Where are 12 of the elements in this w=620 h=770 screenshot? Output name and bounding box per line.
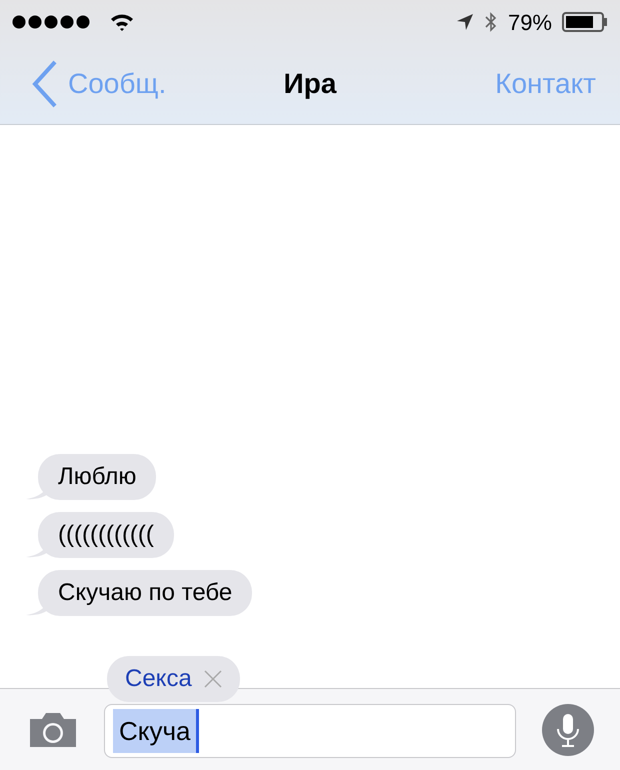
message-field[interactable]: Скуча [104,704,516,758]
location-arrow-icon [456,13,474,31]
close-icon [204,670,222,688]
back-chevron-icon [32,60,58,108]
bluetooth-icon [484,11,498,33]
autocorrect-suggestion[interactable]: Секса [107,656,240,702]
conversation-title: Ира [284,67,336,101]
camera-icon[interactable] [28,710,78,748]
battery-icon [562,12,608,32]
wifi-icon [110,13,134,31]
battery-percent: 79% [508,8,552,36]
microphone-icon[interactable] [542,704,594,756]
